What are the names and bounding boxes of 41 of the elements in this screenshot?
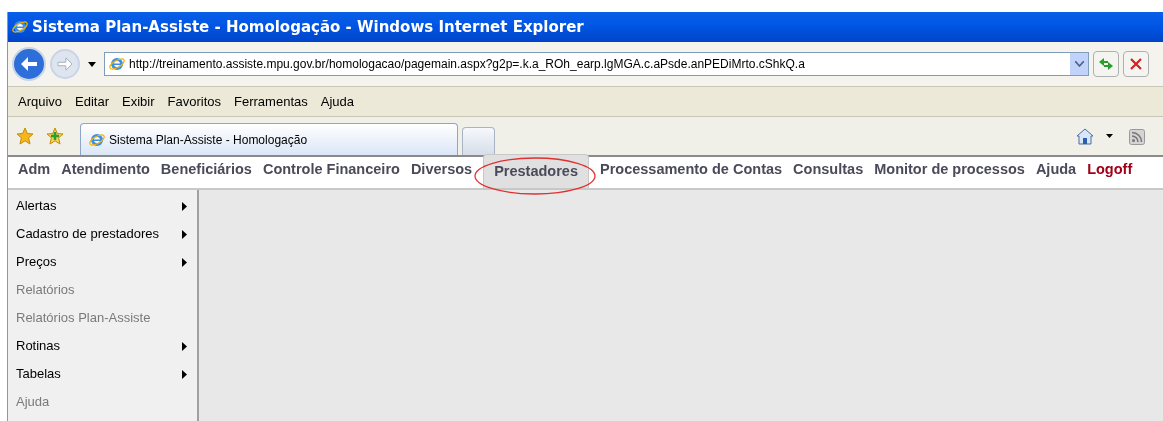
menu-item[interactable]: Editar	[75, 91, 110, 112]
close-icon	[1130, 58, 1142, 70]
page-icon	[109, 56, 125, 72]
nav-link[interactable]: Monitor de processos	[874, 159, 1025, 188]
tab-icon	[89, 131, 105, 148]
menu-item[interactable]: Ajuda	[320, 91, 354, 112]
home-icon[interactable]	[1076, 127, 1094, 145]
sidebar-item[interactable]: Alertas	[8, 192, 197, 220]
nav-link[interactable]: Diversos	[410, 159, 473, 188]
menu-item[interactable]: Arquivo	[18, 91, 63, 112]
window-title: Sistema Plan-Assiste - Homologação - Windows Internet Explorer	[32, 16, 584, 38]
refresh-arrows-icon	[1098, 57, 1114, 71]
back-arrow-icon	[20, 56, 38, 72]
sidebar-item[interactable]: Rotinas	[8, 332, 197, 360]
stop-button[interactable]	[1123, 51, 1149, 77]
feed-icon[interactable]	[1129, 129, 1145, 145]
browser-tab[interactable]: Sistema Plan-Assiste - Homologação	[80, 123, 458, 155]
nav-link[interactable]: Prestadores	[483, 154, 589, 188]
back-button[interactable]	[12, 47, 46, 81]
dropdown-caret-icon[interactable]	[88, 61, 96, 67]
nav-link[interactable]: Consultas	[793, 159, 864, 188]
nav-link[interactable]: Logoff	[1087, 159, 1133, 188]
nav-link[interactable]: Processamento de Contas	[600, 159, 783, 188]
favorites-star-icon[interactable]	[16, 127, 34, 145]
menu-item[interactable]: Favoritos	[167, 91, 222, 112]
address-field[interactable]: http://treinamento.assiste.mpu.gov.br/homologacao/pagemain.aspx?g2p=.k.a_ROh_earp.lgMGA.c.aPsde.anPEDiMrto.cShkQ.a	[104, 52, 1089, 76]
sidebar-item[interactable]: Cadastro de prestadores	[8, 220, 197, 248]
nav-link[interactable]: Atendimento	[61, 159, 150, 188]
add-favorite-icon[interactable]	[46, 127, 64, 145]
forward-arrow-icon	[57, 57, 73, 71]
nav-link[interactable]: Controle Financeiro	[262, 159, 400, 188]
sidebar-item[interactable]: Preços	[8, 248, 197, 276]
nav-link[interactable]: Beneficiários	[160, 159, 252, 188]
refresh-button[interactable]	[1093, 51, 1119, 77]
sidebar-item[interactable]: Tabelas	[8, 360, 197, 388]
nav-link[interactable]: Ajuda	[1035, 159, 1077, 188]
nav-link[interactable]: Adm	[18, 159, 51, 188]
menu-item[interactable]: Ferramentas	[234, 91, 308, 112]
browser-logo-icon	[12, 19, 28, 35]
caret-icon[interactable]	[1106, 134, 1113, 138]
menu-item[interactable]: Exibir	[122, 91, 155, 112]
